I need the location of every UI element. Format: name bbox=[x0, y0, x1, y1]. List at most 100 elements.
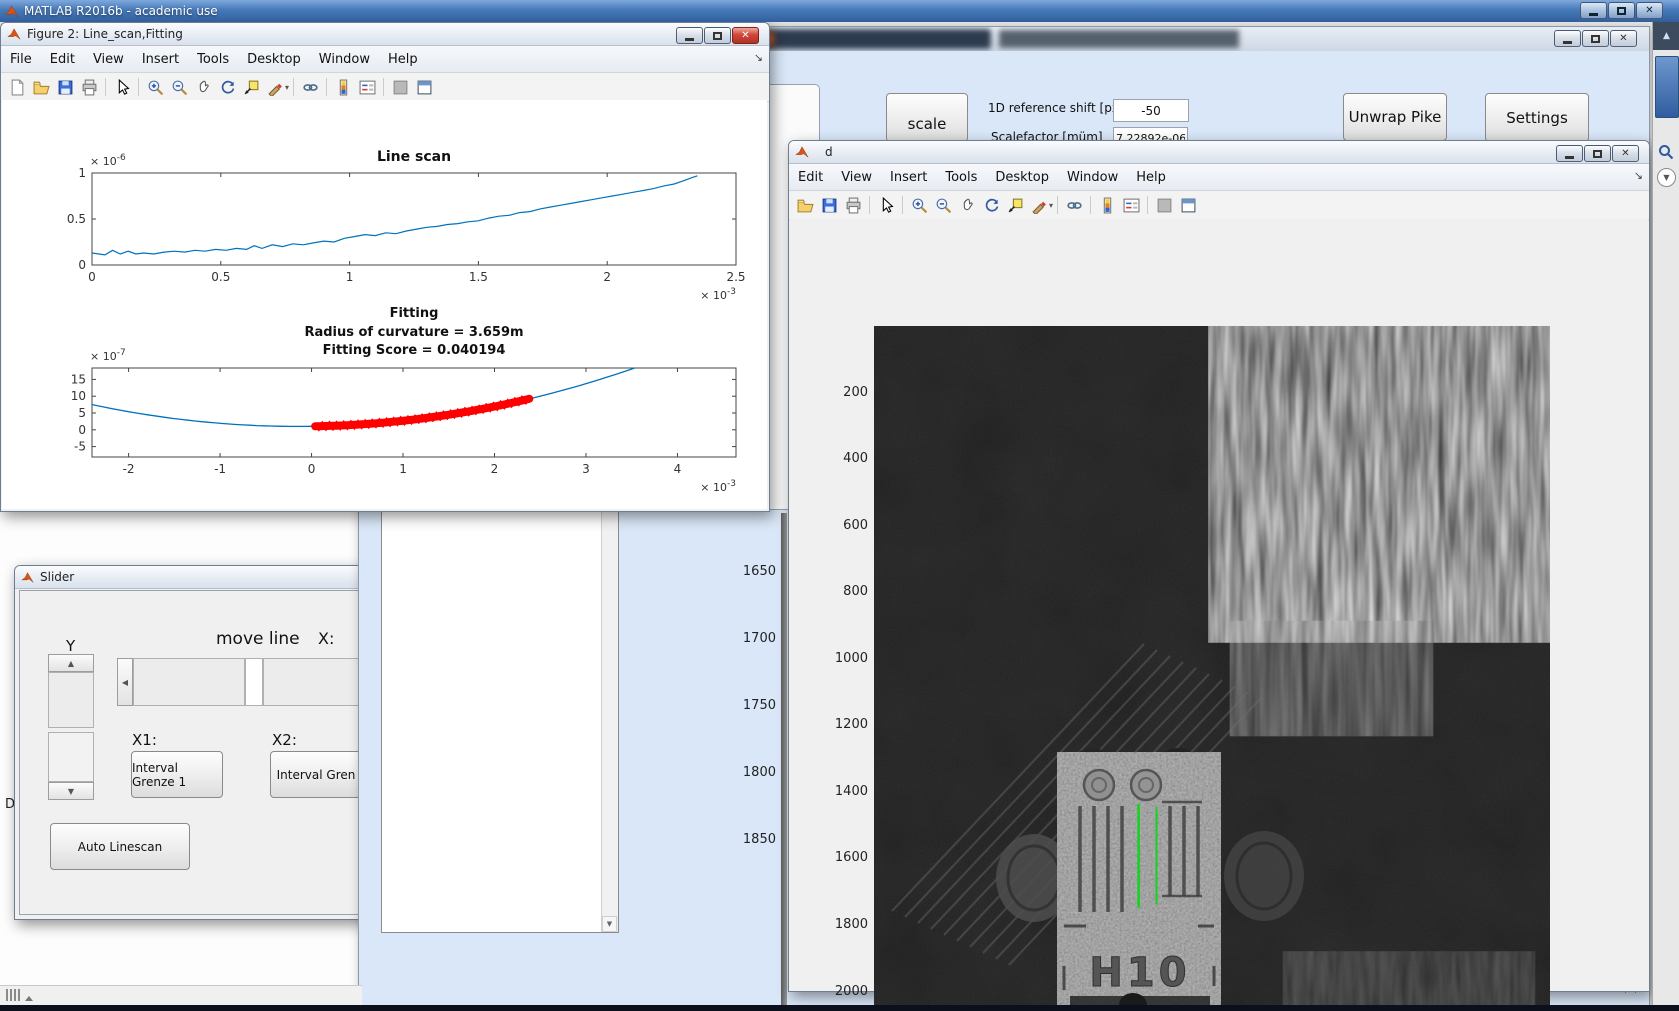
dock-figure-icon[interactable] bbox=[1177, 194, 1199, 216]
menu-tools[interactable]: Tools bbox=[936, 167, 986, 188]
save-icon[interactable] bbox=[818, 194, 840, 216]
menu-view[interactable]: View bbox=[832, 167, 881, 188]
insert-legend-icon[interactable] bbox=[356, 76, 378, 98]
right-figure-maximize-button[interactable] bbox=[1584, 145, 1611, 162]
main-minimize-button[interactable] bbox=[1580, 2, 1607, 19]
brush-dropdown-icon[interactable]: ▾ bbox=[285, 83, 289, 92]
figure2-maximize-button[interactable] bbox=[704, 27, 731, 44]
dock-arrow-icon[interactable]: ↘ bbox=[754, 51, 763, 64]
matlab-main-titlebar[interactable]: MATLAB R2016b - academic use ✕ bbox=[0, 0, 1679, 22]
menu-help[interactable]: Help bbox=[1127, 167, 1175, 188]
main-close-button[interactable]: ✕ bbox=[1636, 2, 1663, 19]
print-icon[interactable] bbox=[78, 76, 100, 98]
scroll-down-button[interactable]: ▼ bbox=[602, 916, 617, 932]
settings-button[interactable]: Settings bbox=[1485, 93, 1589, 142]
link-plots-icon[interactable] bbox=[1063, 194, 1085, 216]
zoom-out-icon[interactable] bbox=[168, 76, 190, 98]
zoom-in-icon[interactable] bbox=[144, 76, 166, 98]
svg-text:× 10-6: × 10-6 bbox=[90, 153, 126, 168]
zoom-in-icon[interactable] bbox=[908, 194, 930, 216]
figure2-canvas[interactable]: 0 0.5 1 1.5 2 2.5 0 0.5 1 × 10-6 × 10-3 Line scan -2… bbox=[2, 100, 767, 509]
ref-shift-input[interactable] bbox=[1113, 99, 1189, 122]
start-grip[interactable] bbox=[6, 986, 33, 1005]
print-icon[interactable] bbox=[842, 194, 864, 216]
interval-grenze1-button[interactable]: Interval Grenze 1 bbox=[131, 751, 223, 798]
slider-left-button[interactable]: ◀ bbox=[117, 658, 133, 706]
svg-text:Radius of curvature = 3.659m: Radius of curvature = 3.659m bbox=[304, 325, 523, 340]
fringe-block bbox=[1224, 336, 1536, 628]
figure-icon bbox=[795, 145, 809, 159]
slider-titlebar[interactable]: Slider bbox=[15, 566, 387, 589]
menu-window[interactable]: Window bbox=[1058, 167, 1127, 188]
pan-hand-icon[interactable] bbox=[192, 76, 214, 98]
menu-tools[interactable]: Tools bbox=[188, 49, 238, 70]
insert-legend-icon[interactable] bbox=[1120, 194, 1142, 216]
brush-icon[interactable] bbox=[1028, 194, 1050, 216]
main-restore-button[interactable] bbox=[1608, 2, 1635, 19]
menu-view[interactable]: View bbox=[84, 49, 133, 70]
new-doc-icon[interactable] bbox=[6, 76, 28, 98]
scale-button[interactable]: scale bbox=[886, 93, 968, 142]
y-tick: 1600 bbox=[834, 850, 868, 866]
insert-colorbar-icon[interactable] bbox=[332, 76, 354, 98]
partial-axis-tick: 1800 bbox=[742, 765, 776, 780]
data-cursor-icon[interactable] bbox=[240, 76, 262, 98]
cursor-icon[interactable] bbox=[875, 194, 897, 216]
dock-arrow-icon[interactable]: ↘ bbox=[1634, 169, 1643, 182]
menu-desktop[interactable]: Desktop bbox=[238, 49, 310, 70]
open-folder-icon[interactable] bbox=[30, 76, 52, 98]
svg-text:0.5: 0.5 bbox=[67, 212, 86, 226]
zoom-out-icon[interactable] bbox=[932, 194, 954, 216]
cursor-icon[interactable] bbox=[111, 76, 133, 98]
dock-collapse-button[interactable]: ▲ bbox=[1653, 22, 1679, 50]
svg-text:3: 3 bbox=[582, 462, 590, 476]
rotate-3d-icon[interactable] bbox=[980, 194, 1002, 216]
auto-linescan-button[interactable]: Auto Linescan bbox=[50, 823, 190, 870]
windows-taskbar-edge[interactable] bbox=[0, 1005, 1679, 1011]
interferogram-image[interactable]: H10 bbox=[874, 326, 1550, 1005]
chevron-down-icon[interactable]: ▼ bbox=[1657, 168, 1676, 187]
menu-edit[interactable]: Edit bbox=[789, 167, 832, 188]
gui-maximize-button[interactable] bbox=[1582, 30, 1609, 47]
save-icon[interactable] bbox=[54, 76, 76, 98]
svg-text:1.5: 1.5 bbox=[469, 270, 488, 284]
brush-dropdown-icon[interactable]: ▾ bbox=[1049, 201, 1053, 210]
figure2-titlebar[interactable]: Figure 2: Line_scan,Fitting ✕ bbox=[1, 23, 769, 46]
toolbar-separator bbox=[902, 196, 903, 214]
right-figure-minimize-button[interactable] bbox=[1556, 145, 1583, 162]
docked-panel-tab[interactable] bbox=[1655, 56, 1679, 118]
figure2-minimize-button[interactable] bbox=[676, 27, 703, 44]
dock-figure-icon[interactable] bbox=[413, 76, 435, 98]
interval-grenze2-button[interactable]: Interval Gren bbox=[270, 751, 362, 798]
menu-file[interactable]: File bbox=[1, 49, 41, 70]
insert-colorbar-icon[interactable] bbox=[1096, 194, 1118, 216]
rotate-3d-icon[interactable] bbox=[216, 76, 238, 98]
gui-close-button[interactable]: ✕ bbox=[1610, 30, 1637, 47]
right-figure-window: d ✕ Edit View Insert Tools Desktop Window Help… bbox=[788, 140, 1650, 1005]
slider-down-button[interactable]: ▼ bbox=[48, 782, 94, 800]
search-icon[interactable] bbox=[1658, 144, 1674, 160]
menu-edit[interactable]: Edit bbox=[41, 49, 84, 70]
data-cursor-icon[interactable] bbox=[1004, 194, 1026, 216]
svg-text:5: 5 bbox=[78, 406, 86, 420]
right-figure-canvas[interactable]: 2004006008001000120014001600180020002004… bbox=[790, 219, 1648, 1005]
toolbar-separator bbox=[293, 78, 295, 96]
right-figure-close-button[interactable]: ✕ bbox=[1612, 145, 1639, 162]
matlab-icon bbox=[21, 571, 34, 584]
brush-icon[interactable] bbox=[264, 76, 286, 98]
link-plots-icon[interactable] bbox=[299, 76, 321, 98]
plot-browser-icon[interactable] bbox=[389, 76, 411, 98]
menu-insert[interactable]: Insert bbox=[133, 49, 188, 70]
menu-window[interactable]: Window bbox=[310, 49, 379, 70]
plot-browser-icon[interactable] bbox=[1153, 194, 1175, 216]
slider-up-button[interactable]: ▲ bbox=[48, 654, 94, 672]
menu-help[interactable]: Help bbox=[379, 49, 427, 70]
gui-minimize-button[interactable] bbox=[1554, 30, 1581, 47]
menu-desktop[interactable]: Desktop bbox=[986, 167, 1058, 188]
right-figure-titlebar[interactable]: d ✕ bbox=[789, 141, 1649, 164]
open-folder-icon[interactable] bbox=[794, 194, 816, 216]
unwrap-pike-button[interactable]: Unwrap Pike bbox=[1343, 93, 1447, 141]
menu-insert[interactable]: Insert bbox=[881, 167, 936, 188]
pan-hand-icon[interactable] bbox=[956, 194, 978, 216]
figure2-close-button[interactable]: ✕ bbox=[732, 27, 759, 44]
